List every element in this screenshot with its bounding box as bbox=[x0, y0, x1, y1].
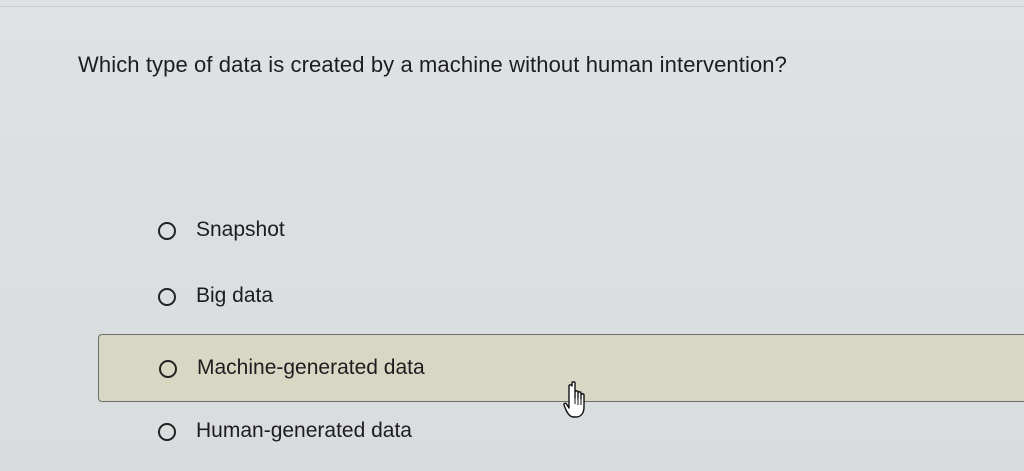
option-snapshot[interactable]: Snapshot bbox=[98, 199, 1024, 261]
option-human-generated-data[interactable]: Human-generated data bbox=[98, 400, 1024, 462]
option-label: Snapshot bbox=[196, 218, 285, 241]
top-divider bbox=[0, 6, 1024, 7]
radio-button[interactable] bbox=[159, 360, 177, 378]
radio-button[interactable] bbox=[158, 423, 176, 441]
question-text: Which type of data is created by a machi… bbox=[78, 52, 787, 77]
option-label: Big data bbox=[196, 284, 274, 307]
option-label: Human-generated data bbox=[196, 419, 412, 442]
hand-pointer-icon bbox=[563, 380, 593, 420]
radio-button[interactable] bbox=[158, 222, 176, 240]
option-machine-generated-data[interactable]: Machine-generated data bbox=[98, 334, 1024, 402]
radio-button[interactable] bbox=[158, 288, 176, 306]
option-big-data[interactable]: Big data bbox=[98, 265, 1024, 327]
option-label: Machine-generated data bbox=[197, 356, 425, 379]
